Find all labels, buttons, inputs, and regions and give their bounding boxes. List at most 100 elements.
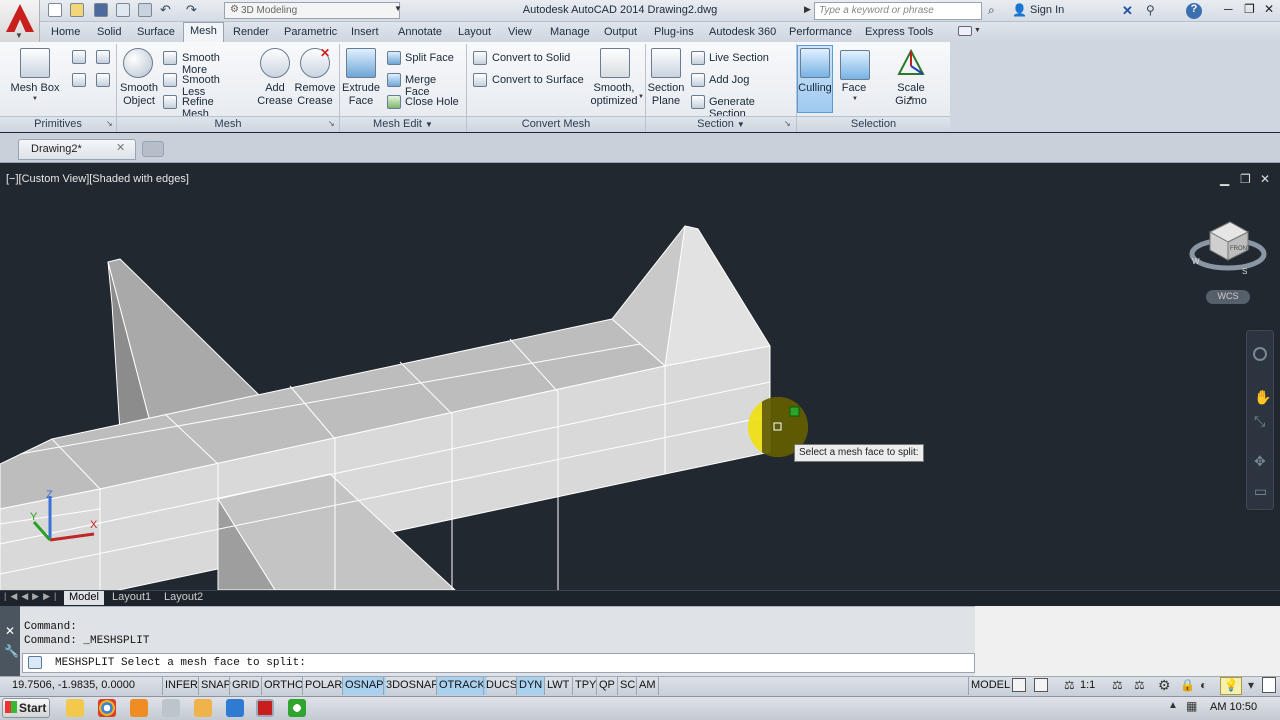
toggle-am[interactable]: AM <box>636 677 659 695</box>
workspace-switching-icon[interactable]: ⚙ <box>1158 677 1171 694</box>
live-section-button[interactable]: Live Section <box>691 51 791 67</box>
toggle-otrack[interactable]: OTRACK <box>436 677 487 695</box>
dialog-launcher-icon[interactable]: ↘ <box>328 119 335 128</box>
toggle-infer[interactable]: INFER <box>162 677 200 695</box>
viewport-controls-label[interactable]: [−][Custom View][Shaded with edges] <box>6 173 189 185</box>
generate-section-button[interactable]: Generate Section <box>691 95 791 120</box>
tab-annotate[interactable]: Annotate <box>392 24 448 42</box>
toggle-polar[interactable]: POLAR <box>302 677 344 695</box>
application-menu-button[interactable]: ▼ <box>0 0 40 42</box>
panel-title-mesh-edit[interactable]: Mesh Edit ▼ <box>340 116 466 132</box>
layout-nav-arrows-icon[interactable]: |◀◀▶▶| <box>4 591 60 602</box>
chrome-icon[interactable] <box>98 699 116 717</box>
search-input[interactable]: Type a keyword or phrase <box>814 2 982 20</box>
convert-to-surface-button[interactable]: Convert to Surface <box>473 73 593 89</box>
command-icon[interactable] <box>28 656 42 669</box>
add-jog-button[interactable]: Add Jog <box>691 73 791 89</box>
steering-wheel-icon[interactable] <box>1253 347 1267 361</box>
close-icon[interactable]: ✕ <box>1260 172 1270 186</box>
tab-output[interactable]: Output <box>598 24 643 42</box>
undo-icon[interactable]: ↶ <box>160 2 171 18</box>
mesh-cylinder-icon[interactable] <box>72 50 86 64</box>
smooth-object-button[interactable]: Smooth Object <box>119 46 159 110</box>
chevron-up-icon[interactable]: ▲ <box>1168 700 1178 711</box>
add-crease-button[interactable]: Add Crease <box>256 46 294 110</box>
ribbon-toggle-icon[interactable] <box>958 26 972 36</box>
status-menu-icon[interactable]: ▾ <box>1248 678 1254 692</box>
plot-icon[interactable] <box>138 3 152 17</box>
camtasia-icon[interactable] <box>288 699 306 717</box>
dialog-launcher-icon[interactable]: ↘ <box>784 119 791 128</box>
mesh-pyramid-icon[interactable] <box>96 73 110 87</box>
close-hole-button[interactable]: Close Hole <box>387 95 463 111</box>
restore-icon[interactable]: ❐ <box>1240 172 1251 186</box>
smooth-more-button[interactable]: Smooth More <box>163 51 243 76</box>
pan-hand-icon[interactable]: ✋ <box>1254 389 1271 406</box>
viewcube[interactable]: FRONT W S <box>1188 218 1268 280</box>
save-as-icon[interactable] <box>116 3 130 17</box>
wrench-icon[interactable]: 🔧 <box>4 644 19 658</box>
smooth-less-button[interactable]: Smooth Less <box>163 73 243 98</box>
toggle-snap[interactable]: SNAP <box>198 677 233 695</box>
command-input[interactable]: MESHSPLIT Select a mesh face to split: <box>22 653 975 673</box>
toggle-dyn[interactable]: DYN <box>516 677 545 695</box>
community-icon[interactable]: ⚲ <box>1146 3 1155 17</box>
chevron-down-icon[interactable]: ▼ <box>974 27 981 34</box>
vlc-icon[interactable] <box>130 699 148 717</box>
panel-title-section[interactable]: Section ▼ <box>646 116 796 132</box>
toggle-qp[interactable]: QP <box>596 677 617 695</box>
wcs-menu[interactable]: WCS <box>1206 290 1250 304</box>
new-drawing-tab-button[interactable] <box>142 141 164 157</box>
drawing-viewport[interactable]: Z X Y [−][Custom View][Shaded with edges… <box>0 164 1280 590</box>
explorer-icon[interactable] <box>66 699 84 717</box>
quick-view-drawings-icon[interactable] <box>1034 678 1048 692</box>
showmotion-icon[interactable]: ▭ <box>1254 483 1267 500</box>
chevron-down-icon[interactable]: ▼ <box>394 4 402 13</box>
toggle-osnap[interactable]: OSNAP <box>342 677 386 695</box>
app-icon[interactable] <box>162 699 180 717</box>
minimize-icon[interactable]: ─ <box>1224 2 1233 16</box>
navigation-bar[interactable]: ✋ ⤡ ✥ ▭ <box>1246 330 1274 510</box>
save-icon[interactable] <box>94 3 108 17</box>
toggle-lwt[interactable]: LWT <box>544 677 571 695</box>
network-icon[interactable]: ▦ <box>1186 699 1197 713</box>
dialog-launcher-icon[interactable]: ↘ <box>106 119 113 128</box>
autocad-taskbar-icon[interactable] <box>256 699 274 717</box>
workspace-dropdown[interactable]: 3D Modeling <box>224 2 400 19</box>
remove-crease-button[interactable]: ✕ Remove Crease <box>294 46 336 110</box>
mesh-model[interactable]: Z X Y <box>0 164 1280 590</box>
clock[interactable]: AM 10:50 <box>1210 701 1257 713</box>
chevron-right-icon[interactable]: ▶ <box>804 4 811 15</box>
tab-insert[interactable]: Insert <box>345 24 385 42</box>
binoculars-icon[interactable]: ⌕ <box>988 3 995 18</box>
lock-icon[interactable]: 🔒 <box>1180 678 1195 692</box>
tab-autodesk-360[interactable]: Autodesk 360 <box>703 24 782 42</box>
isolate-objects-icon[interactable]: 💡 <box>1220 677 1242 695</box>
layout-tab-layout2[interactable]: Layout2 <box>159 591 208 605</box>
toggle-3dosnap[interactable]: 3DOSNAP <box>383 677 441 695</box>
layout-tab-model[interactable]: Model <box>64 591 104 605</box>
tab-express-tools[interactable]: Express Tools <box>859 24 939 42</box>
command-window-grip[interactable]: ✕ 🔧 <box>0 606 20 676</box>
open-folder-icon[interactable] <box>70 3 84 17</box>
section-plane-button[interactable]: Section Plane <box>647 46 685 110</box>
sign-in-link[interactable]: Sign In <box>1030 4 1064 16</box>
convert-to-solid-button[interactable]: Convert to Solid <box>473 51 593 67</box>
annotation-visibility-icon[interactable]: ⚖ <box>1112 678 1123 692</box>
tab-render[interactable]: Render <box>227 24 275 42</box>
auto-scale-icon[interactable]: ⚖ <box>1134 678 1145 692</box>
toggle-tpy[interactable]: TPY <box>572 677 598 695</box>
merge-face-button[interactable]: Merge Face <box>387 73 463 98</box>
layout-tab-layout1[interactable]: Layout1 <box>107 591 156 605</box>
media-player-icon[interactable] <box>194 699 212 717</box>
zoom-icon[interactable]: ⤡ <box>1254 413 1265 430</box>
scale-gizmo-dropdown[interactable]: Scale Gizmo ▼ <box>880 46 942 110</box>
mesh-wedge-icon[interactable] <box>72 73 86 87</box>
extrude-face-button[interactable]: Extrude Face <box>341 46 381 110</box>
tab-view[interactable]: View <box>502 24 538 42</box>
hardware-acceleration-icon[interactable]: ◐ <box>1200 678 1207 692</box>
model-space-button[interactable]: MODEL <box>968 677 1012 695</box>
tab-parametric[interactable]: Parametric <box>278 24 343 42</box>
tab-surface[interactable]: Surface <box>131 24 181 42</box>
internet-explorer-icon[interactable] <box>226 699 244 717</box>
